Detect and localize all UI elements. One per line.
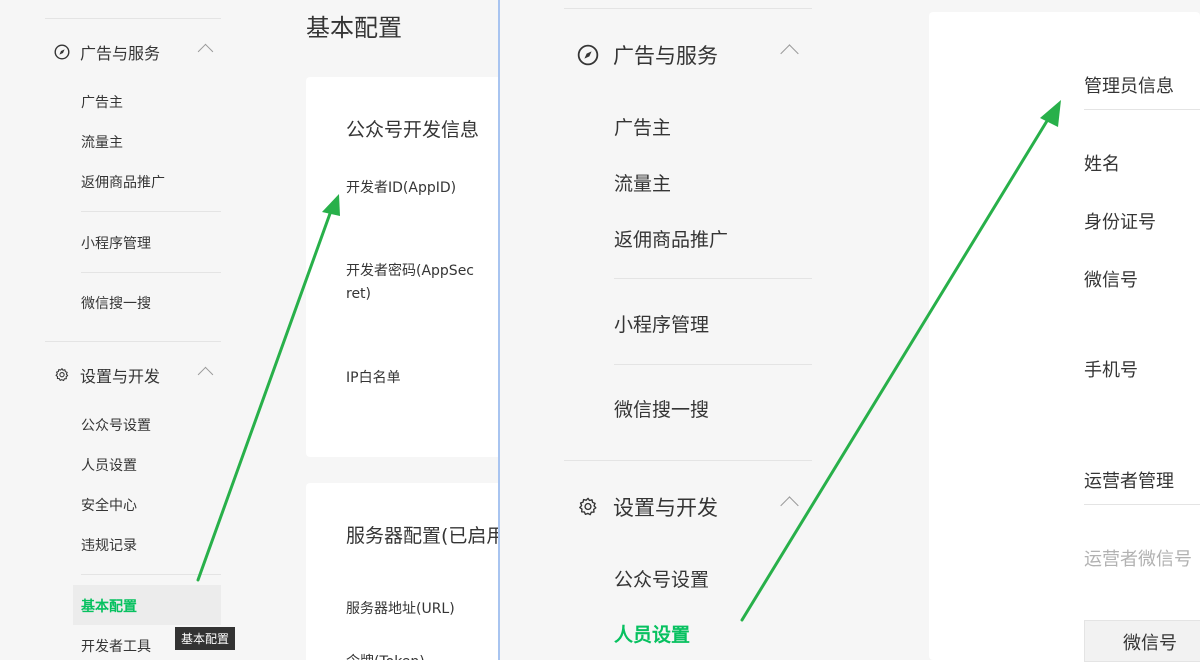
divider [81,574,221,575]
sidebar-section-dev[interactable]: 设置与开发 [54,363,160,387]
chevron-up-icon[interactable] [197,366,214,383]
chevron-up-icon[interactable] [197,43,214,60]
sidebar-item-miniprogram[interactable]: 小程序管理 [614,310,709,337]
tooltip: 基本配置 [175,627,236,650]
sidebar-item-staff-settings[interactable]: 人员设置 [614,620,690,647]
chevron-up-icon[interactable] [780,44,799,63]
sidebar-item-commission[interactable]: 返佣商品推广 [614,225,728,252]
sidebar-item-account-settings[interactable]: 公众号设置 [614,565,709,592]
field-label-phone: 手机号 [1084,360,1138,381]
sidebar-section-label: 广告与服务 [613,44,718,68]
field-label-name: 姓名 [1084,154,1120,175]
sidebar-item-security[interactable]: 安全中心 [81,495,137,515]
sidebar-section-ads[interactable]: 广告与服务 [577,40,718,70]
sidebar-section-label: 设置与开发 [80,367,161,386]
divider [564,8,812,9]
field-label-operator-wechat: 运营者微信号 [1084,549,1192,570]
chevron-up-icon[interactable] [780,496,799,515]
divider [45,341,221,342]
section-title-admin: 管理员信息 [1084,76,1174,97]
left-screenshot-panel: 广告与服务 广告主 流量主 返佣商品推广 小程序管理 微信搜一搜 设置与开发 公… [0,0,498,660]
divider [614,364,812,365]
field-label-ip-whitelist: IP白名单 [346,370,401,386]
table-header-cell: 微信号 [1084,620,1200,662]
sidebar-item-staff-settings[interactable]: 人员设置 [81,455,137,475]
field-label-id-number: 身份证号 [1084,212,1156,233]
sidebar-item-violations[interactable]: 违规记录 [81,535,137,555]
sidebar-item-advertiser[interactable]: 广告主 [614,113,671,140]
gear-icon [579,497,597,516]
divider [1084,109,1200,110]
field-label-token: 令牌(Token) [346,651,425,660]
sidebar-section-label: 设置与开发 [613,496,718,520]
compass-icon [577,44,599,66]
right-screenshot-panel: 广告与服务 广告主 流量主 返佣商品推广 小程序管理 微信搜一搜 设置与开发 公… [500,0,1200,660]
sidebar-item-basic-config[interactable]: 基本配置 [81,596,137,616]
divider [564,460,812,461]
sidebar-section-ads[interactable]: 广告与服务 [54,40,160,64]
sidebar-item-commission[interactable]: 返佣商品推广 [81,172,165,192]
card-title: 公众号开发信息 [346,119,480,141]
divider [81,272,221,273]
table-header-label: 微信号 [1123,633,1177,654]
sidebar-item-advertiser[interactable]: 广告主 [81,92,123,112]
sidebar-item-account-settings[interactable]: 公众号设置 [81,415,151,435]
sidebar-item-miniprogram[interactable]: 小程序管理 [81,233,151,253]
section-title-operators: 运营者管理 [1084,471,1174,492]
field-label-wechat-id: 微信号 [1084,270,1138,291]
page-title: 基本配置 [306,14,402,42]
field-label-url: 服务器地址(URL) [346,601,455,617]
divider [1084,504,1200,505]
sidebar-item-search[interactable]: 微信搜一搜 [614,395,709,422]
sidebar-section-dev[interactable]: 设置与开发 [577,492,718,522]
sidebar-section-label: 广告与服务 [80,44,161,63]
divider [614,278,812,279]
card-title: 服务器配置(已启用 [346,525,498,547]
sidebar-item-publisher[interactable]: 流量主 [614,169,671,196]
compass-icon [54,44,70,60]
sidebar-item-publisher[interactable]: 流量主 [81,132,123,152]
dev-info-card: 公众号开发信息 开发者ID(AppID) 开发者密码(AppSec ret) I… [306,77,498,457]
staff-settings-card: 管理员信息 姓名 身份证号 微信号 手机号 运营者管理 运营者微信号 [929,12,1200,660]
field-label-appid: 开发者ID(AppID) [346,180,457,196]
gear-icon [55,368,69,382]
sidebar-item-search[interactable]: 微信搜一搜 [81,293,151,313]
field-label-appsecret: 开发者密码(AppSec ret) [346,263,475,302]
sidebar-item-dev-tools[interactable]: 开发者工具 [81,636,151,656]
divider [81,211,221,212]
server-config-card: 服务器配置(已启用 服务器地址(URL) 令牌(Token) [306,483,498,660]
divider [45,18,221,19]
